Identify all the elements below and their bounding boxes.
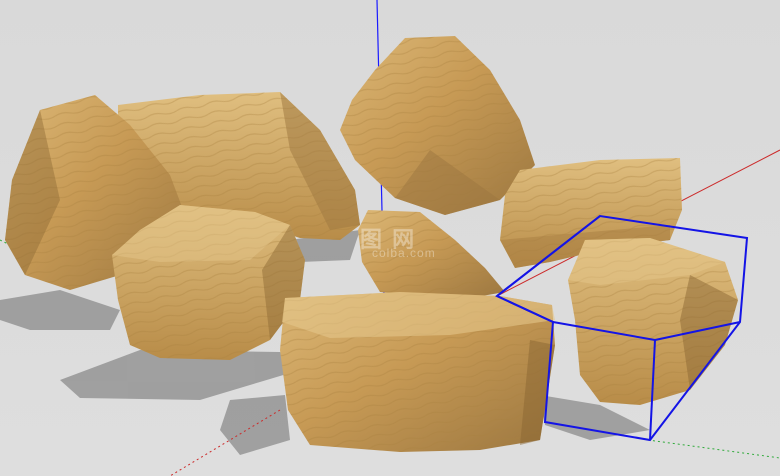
modeling-viewport[interactable]: 图 网 colba.com xyxy=(0,0,780,476)
stone-middle-small[interactable] xyxy=(358,210,505,298)
stone-back-peak[interactable] xyxy=(340,36,535,215)
stone-front-large[interactable] xyxy=(280,292,555,452)
green-axis-dashed xyxy=(647,439,780,459)
3d-scene[interactable] xyxy=(0,0,780,476)
